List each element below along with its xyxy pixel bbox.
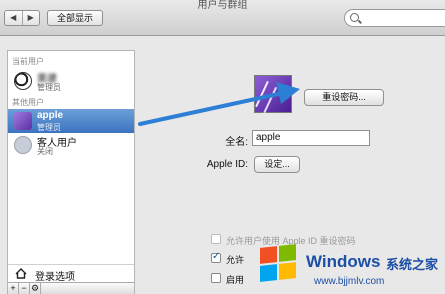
apple-avatar [14,112,32,130]
gear-icon[interactable]: ⚙ [30,283,41,294]
user-role: 管理员 [37,83,61,92]
appleid-set-button[interactable]: 设定... [254,156,300,173]
home-icon [15,268,27,279]
user-row-current[interactable]: 黄建 管理员 [8,69,134,93]
other-users-header: 其他用户 [12,98,44,107]
watermark: Windows 系统之家 www.bjjmlv.com [254,240,445,294]
enable-parental-checkbox[interactable] [211,273,221,283]
allow-appleid-reset-checkbox[interactable] [211,234,221,244]
sidebar-button-bar: + − ⚙ [8,282,134,294]
toolbar: 用户与群组 ◀ ▶ 全部显示 [0,0,445,36]
search-icon [350,13,359,22]
back-forward-control[interactable]: ◀ ▶ [4,10,40,26]
user-role: 关闭 [37,147,53,156]
user-picture[interactable] [254,75,292,113]
search-input[interactable] [344,9,445,27]
windows-logo-icon [260,244,296,282]
watermark-url: www.bjjmlv.com [314,276,385,287]
forward-icon[interactable]: ▶ [21,11,40,25]
watermark-cn: 系统之家 [386,257,439,272]
soccer-ball-avatar [14,72,32,90]
remove-user-button[interactable]: − [19,283,30,294]
add-user-button[interactable]: + [8,283,19,294]
users-sidebar: 当前用户 黄建 管理员 其他用户 apple 管理员 客人用户 关闭 登录选项 … [7,50,135,294]
enable-parental-label: 启用 [226,275,245,285]
guest-avatar-icon [14,136,32,154]
allow-admin-checkbox[interactable] [211,251,221,263]
fullname-label: 全名: [225,137,248,148]
login-options-label: 登录选项 [35,272,75,283]
show-all-button[interactable]: 全部显示 [47,10,103,26]
allow-admin-label: 允许 [226,255,245,265]
appleid-label: Apple ID: [206,159,248,170]
current-user-header: 当前用户 [12,57,44,66]
fullname-field[interactable]: apple [252,130,370,146]
user-row-apple[interactable]: apple 管理员 [8,109,134,133]
user-name: apple [37,110,64,121]
user-role: 管理员 [37,123,61,132]
back-icon[interactable]: ◀ [5,11,22,25]
allow-appleid-reset-label: 允许用户使用 Apple ID 重设密码 [226,236,356,246]
user-row-guest[interactable]: 客人用户 关闭 [8,133,134,157]
watermark-brand: Windows [306,252,381,271]
login-options-item[interactable]: 登录选项 [8,264,134,283]
reset-password-button[interactable]: 重设密码... [304,89,384,106]
